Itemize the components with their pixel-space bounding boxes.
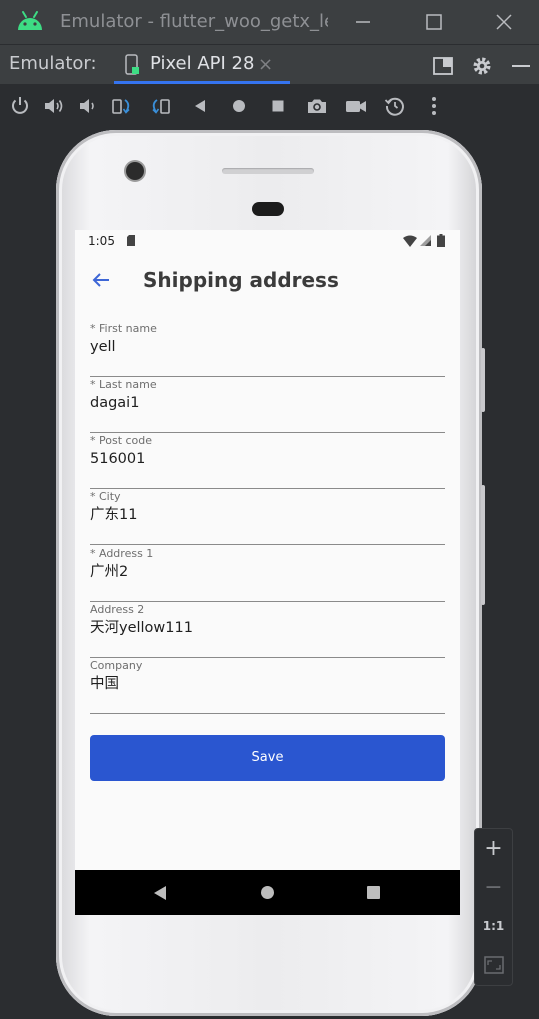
post-code-label: * Post code xyxy=(90,434,153,447)
earpiece-speaker xyxy=(222,168,314,174)
close-icon[interactable] xyxy=(489,8,519,36)
zoom-in-button[interactable]: + xyxy=(475,829,512,868)
address1-field[interactable]: * Address 1 广州2 xyxy=(90,545,445,602)
first-name-label: * First name xyxy=(90,322,157,335)
wifi-icon xyxy=(403,235,417,247)
device-tab-label: Pixel API 28 xyxy=(150,53,255,74)
nav-back-icon[interactable] xyxy=(153,885,167,901)
zoom-actual-size-button[interactable]: 1:1 xyxy=(475,907,512,946)
emulator-label: Emulator: xyxy=(9,53,97,74)
last-name-value[interactable]: dagai1 xyxy=(90,393,139,413)
save-button[interactable]: Save xyxy=(90,735,445,781)
post-code-value[interactable]: 516001 xyxy=(90,449,145,469)
window-titlebar: Emulator - flutter_woo_getx_le xyxy=(0,0,539,44)
post-code-field[interactable]: * Post code 516001 xyxy=(90,432,445,489)
zoom-fit-button[interactable] xyxy=(475,946,512,985)
city-value[interactable]: 广东11 xyxy=(90,505,137,525)
phone-device-icon xyxy=(125,54,139,75)
layout-panel-icon[interactable] xyxy=(430,53,456,79)
home-circle-icon[interactable] xyxy=(227,94,251,118)
power-icon[interactable] xyxy=(8,94,32,118)
address1-value[interactable]: 广州2 xyxy=(90,562,128,582)
first-name-field[interactable]: * First name yell xyxy=(90,320,445,377)
snapshot-restore-icon[interactable] xyxy=(383,94,407,118)
power-side-button[interactable] xyxy=(481,485,485,605)
android-nav-bar xyxy=(75,870,460,915)
video-camera-icon[interactable] xyxy=(344,94,368,118)
device-tab[interactable]: Pixel API 28 × xyxy=(112,45,290,85)
status-bar: 1:05 xyxy=(75,230,460,252)
gear-icon[interactable] xyxy=(469,53,495,79)
back-arrow-icon[interactable] xyxy=(89,268,113,292)
phone-frame: 1:05 Shipping address * First name yell … xyxy=(56,130,485,1016)
back-triangle-icon[interactable] xyxy=(188,94,212,118)
camera-icon[interactable] xyxy=(305,94,329,118)
address1-label: * Address 1 xyxy=(90,547,154,560)
front-camera xyxy=(126,162,144,180)
address2-label: Address 2 xyxy=(90,603,145,616)
tab-close-icon[interactable]: × xyxy=(258,54,273,76)
app-bar: Shipping address xyxy=(75,252,460,308)
maximize-icon[interactable] xyxy=(419,8,449,36)
last-name-label: * Last name xyxy=(90,378,157,391)
window-title: Emulator - flutter_woo_getx_le xyxy=(60,11,328,32)
nav-home-icon[interactable] xyxy=(261,886,274,899)
sd-card-icon xyxy=(127,235,135,246)
signal-icon xyxy=(420,235,431,246)
last-name-field[interactable]: * Last name dagai1 xyxy=(90,376,445,433)
page-title: Shipping address xyxy=(143,268,339,292)
company-value[interactable]: 中国 xyxy=(90,674,119,694)
nav-recent-icon[interactable] xyxy=(367,886,380,899)
first-name-value[interactable]: yell xyxy=(90,337,116,357)
company-label: Company xyxy=(90,659,143,672)
emulator-toolbar xyxy=(0,84,539,128)
address2-field[interactable]: Address 2 天河yellow111 xyxy=(90,601,445,658)
more-vertical-icon[interactable] xyxy=(422,94,446,118)
android-logo-icon xyxy=(18,11,42,30)
city-label: * City xyxy=(90,490,121,503)
battery-icon xyxy=(437,234,445,247)
status-time: 1:05 xyxy=(88,234,115,248)
city-field[interactable]: * City 广东11 xyxy=(90,488,445,545)
zoom-out-button[interactable]: − xyxy=(475,868,512,907)
emulator-tabbar: Emulator: Pixel API 28 × xyxy=(0,44,539,84)
device-screen[interactable]: 1:05 Shipping address * First name yell … xyxy=(75,230,460,915)
volume-down-icon[interactable] xyxy=(76,94,100,118)
company-field[interactable]: Company 中国 xyxy=(90,657,445,714)
rotate-right-icon[interactable] xyxy=(148,94,172,118)
volume-up-icon[interactable] xyxy=(42,94,66,118)
volume-side-button[interactable] xyxy=(481,348,485,412)
rotate-left-icon[interactable] xyxy=(110,94,134,118)
front-sensor xyxy=(252,202,284,216)
minus-icon[interactable] xyxy=(508,53,534,79)
overview-square-icon[interactable] xyxy=(266,94,290,118)
fit-screen-icon xyxy=(484,956,504,974)
zoom-panel: + − 1:1 xyxy=(474,828,513,986)
minimize-icon[interactable] xyxy=(349,8,379,36)
address2-value[interactable]: 天河yellow111 xyxy=(90,618,193,638)
